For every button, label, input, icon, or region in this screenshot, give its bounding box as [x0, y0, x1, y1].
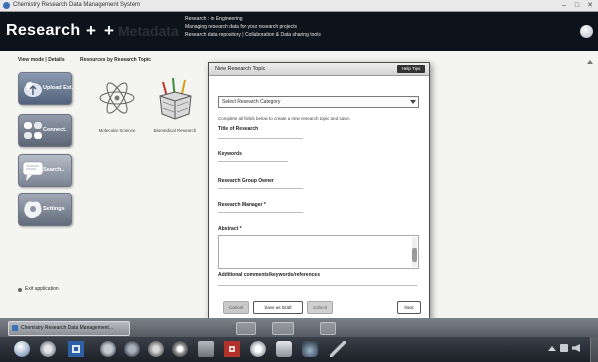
- help-tips-button[interactable]: Help Tips: [397, 65, 425, 73]
- research-group-input[interactable]: [218, 188, 303, 189]
- research-manager-input[interactable]: [218, 212, 303, 213]
- research-group-label: Research Group Owner: [218, 178, 274, 184]
- header-info-line: Research : in Engineering: [185, 16, 243, 22]
- disc-icon[interactable]: [250, 341, 266, 357]
- word-icon[interactable]: [68, 341, 84, 357]
- app-icon: [3, 2, 10, 9]
- upload-icon: [24, 82, 42, 97]
- browser-icon[interactable]: [40, 341, 56, 357]
- connect-icon: [24, 122, 42, 139]
- phone-icon[interactable]: [276, 341, 292, 357]
- abstract-scrollbar[interactable]: [412, 237, 417, 267]
- chevron-down-icon: [410, 100, 416, 104]
- header-info-line: Research data repository | Collaboration…: [185, 32, 321, 38]
- keywords-input[interactable]: [218, 161, 288, 162]
- additional-comments-label: Additional comments/keywords/references: [218, 272, 320, 278]
- flag-icon[interactable]: [560, 344, 568, 352]
- folder-icon[interactable]: [198, 341, 214, 357]
- metadata-tab[interactable]: Metadata: [118, 23, 179, 39]
- app-header: Research + + Metadata Research : in Engi…: [0, 12, 598, 51]
- metadata-plus-icon[interactable]: +: [104, 21, 114, 41]
- tab-view-mode[interactable]: View mode | Details: [18, 57, 65, 63]
- settings-icon: [24, 201, 42, 219]
- globe-icon[interactable]: [124, 341, 140, 357]
- exit-icon[interactable]: [18, 288, 22, 292]
- research-manager-label: Research Manager *: [218, 202, 266, 208]
- scrollbar-thumb[interactable]: [412, 248, 417, 262]
- dialog-titlebar: New Research Topic Help Tips: [209, 63, 429, 76]
- exit-application-link[interactable]: Exit application: [25, 286, 59, 292]
- taskbar-window-button[interactable]: Chemistry Research Data Management...: [8, 321, 130, 336]
- topic-label: Molecular Science: [98, 128, 136, 133]
- abstract-textarea[interactable]: [218, 235, 419, 269]
- dialog-title: New Research Topic: [215, 66, 266, 72]
- chrome-icon[interactable]: [172, 341, 188, 357]
- settings-tile-label: Settings: [43, 206, 65, 212]
- window-title: Chemistry Research Data Management Syste…: [13, 2, 141, 8]
- taskbar-item[interactable]: [236, 322, 256, 335]
- connect-tile-label: Connect.: [43, 127, 67, 133]
- cancel-button[interactable]: Cancel: [223, 301, 249, 314]
- taskbar-window-label: Chemistry Research Data Management...: [21, 325, 113, 331]
- upload-tile-label: Upload Ext.: [43, 85, 74, 91]
- submit-button[interactable]: Submit: [307, 301, 333, 314]
- title-input[interactable]: [218, 138, 303, 139]
- user-circle-icon[interactable]: [580, 25, 593, 38]
- close-button[interactable]: ✕: [584, 0, 596, 11]
- new-research-topic-dialog: New Research Topic Help Tips Select Rese…: [208, 62, 430, 322]
- header-info-line: Managing research data for your research…: [185, 24, 298, 30]
- firefox-icon[interactable]: [148, 341, 164, 357]
- show-desktop-button[interactable]: [590, 337, 598, 362]
- atom-icon: [99, 82, 135, 114]
- taskbar-lower-row: [0, 337, 598, 362]
- search-icon: [22, 161, 44, 181]
- research-category-value: Select Research Category: [222, 99, 281, 105]
- additional-comments-input[interactable]: [218, 285, 417, 286]
- title-label: Title of Research: [218, 126, 259, 132]
- connect-tile-button[interactable]: Connect.: [18, 114, 72, 147]
- app-icon: [12, 325, 18, 331]
- upload-tile-button[interactable]: Upload Ext.: [18, 72, 74, 105]
- maximize-button[interactable]: □: [571, 0, 583, 11]
- brand-plus-icon[interactable]: +: [86, 21, 96, 41]
- taskbar-item[interactable]: [272, 322, 294, 335]
- topic-item[interactable]: Molecular Science: [90, 74, 144, 138]
- basket-icon: [159, 77, 192, 120]
- pdf-icon[interactable]: [224, 341, 240, 357]
- abstract-label: Abstract *: [218, 226, 242, 232]
- research-category-select[interactable]: Select Research Category: [218, 96, 419, 108]
- save-draft-button[interactable]: Save as Draft: [253, 301, 303, 314]
- minimize-button[interactable]: –: [558, 0, 570, 11]
- topic-item[interactable]: Biomedical Research: [148, 74, 202, 138]
- taskbar-item[interactable]: [320, 322, 336, 335]
- dialog-instructions: Complete all fields below to create a ne…: [218, 116, 351, 121]
- settings-tile-button[interactable]: Settings: [18, 193, 72, 226]
- search-tile-button[interactable]: Search..: [18, 154, 72, 187]
- show-hidden-icon[interactable]: [548, 346, 556, 351]
- topic-label: Biomedical Research: [153, 128, 197, 133]
- search-tile-label: Search..: [43, 167, 65, 173]
- pen-icon[interactable]: [330, 341, 346, 357]
- tab-resources-by-topic[interactable]: Resources by Research Topic: [80, 57, 151, 63]
- brand-title[interactable]: Research: [6, 22, 80, 40]
- window-titlebar: Chemistry Research Data Management Syste…: [0, 0, 598, 12]
- bird-icon[interactable]: [302, 341, 318, 357]
- start-button-icon[interactable]: [14, 341, 30, 357]
- keywords-label: Keywords: [218, 151, 242, 157]
- next-button[interactable]: Next: [397, 301, 421, 314]
- media-player-icon[interactable]: [100, 341, 116, 357]
- scroll-up-icon[interactable]: [587, 60, 593, 64]
